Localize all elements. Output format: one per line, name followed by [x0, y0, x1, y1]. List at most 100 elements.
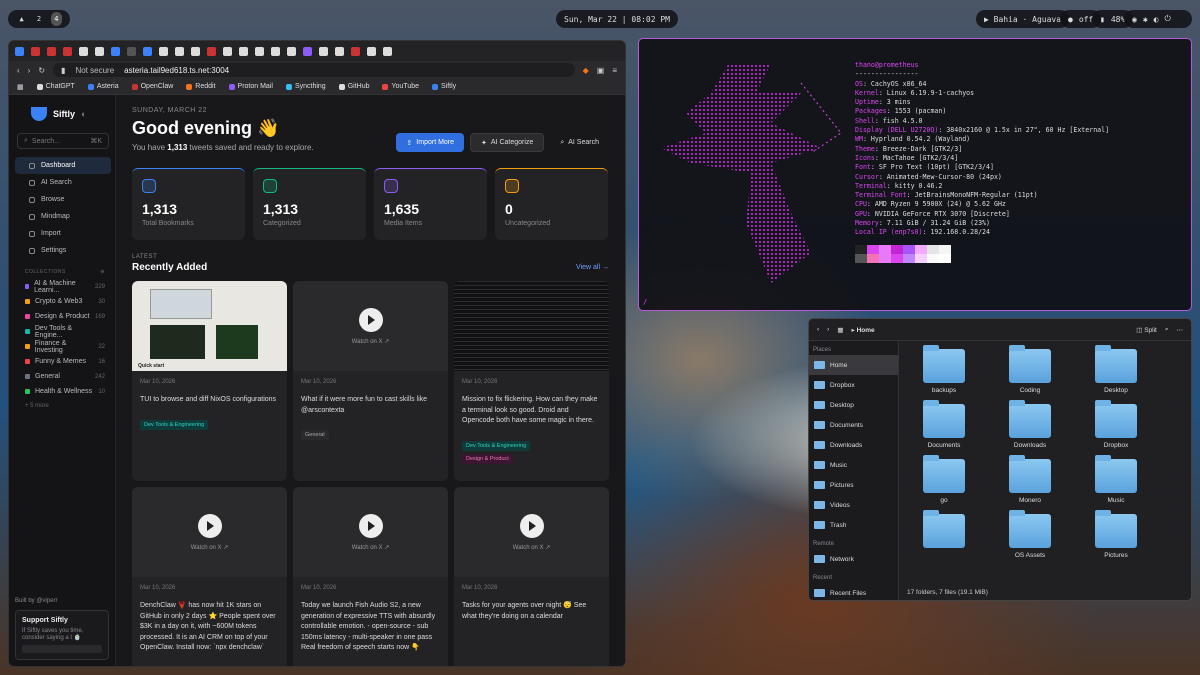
tab-favicon-icon[interactable] [223, 46, 232, 56]
sidebar-search[interactable]: ⌕ Search... ⌘K [17, 133, 109, 149]
bookmark-card[interactable]: Watch on X ↗ Mar 10, 2026 What if it were … [293, 281, 448, 481]
bookmark-thumbnail[interactable]: Watch on X ↗ [293, 487, 448, 577]
ai-search-button[interactable]: ⌕ AI Search [550, 133, 609, 152]
volume-icon[interactable]: ◐ [1154, 15, 1159, 24]
tab-favicon-icon[interactable] [335, 46, 344, 56]
bookmark-thumbnail[interactable]: Quick start [132, 281, 287, 371]
built-by[interactable]: Built by @viperr [15, 598, 109, 604]
place-trash[interactable]: Trash [809, 515, 898, 535]
bookmark-thumbnail[interactable] [454, 281, 609, 371]
bookmark-github[interactable]: GitHub [338, 83, 369, 90]
bookmark-openclaw[interactable]: OpenClaw [131, 83, 173, 90]
workspace-2[interactable]: 2 [33, 12, 44, 26]
tab-favicon-icon[interactable] [143, 46, 152, 56]
bookmark-thumbnail[interactable]: Watch on X ↗ [132, 487, 287, 577]
workspace-switcher[interactable]: ▲ 2 4 [8, 10, 70, 28]
watch-on-x-link[interactable]: Watch on X ↗ [191, 544, 229, 551]
tab-favicon-icon[interactable] [15, 46, 24, 56]
theme-icon[interactable]: ◐ [81, 109, 86, 119]
place-music[interactable]: Music [809, 455, 898, 475]
tab-favicon-icon[interactable] [159, 46, 168, 56]
play-icon[interactable] [358, 307, 383, 332]
watch-on-x-link[interactable]: Watch on X ↗ [352, 338, 390, 345]
ai-categorize-button[interactable]: ✦ AI Categorize [470, 133, 545, 152]
folder-item[interactable]: Music [1073, 455, 1159, 504]
bookmark-card[interactable]: Watch on X ↗ Mar 10, 2026 Tasks for your a… [454, 487, 609, 666]
workspace-4[interactable]: 4 [50, 12, 62, 26]
collection-item[interactable]: AI & Machine Learni... 229 [9, 279, 115, 294]
split-button[interactable]: ◫ Split [1136, 326, 1157, 334]
tab-favicon-icon[interactable] [351, 46, 360, 56]
place-pictures[interactable]: Pictures [809, 475, 898, 495]
tab-favicon-icon[interactable] [207, 46, 216, 56]
folder-item[interactable]: OS Assets [987, 510, 1073, 559]
bookmark-chatgpt[interactable]: ChatGPT [36, 83, 75, 90]
nav-dashboard[interactable]: Dashboard [15, 157, 111, 174]
collection-item[interactable]: Crypto & Web3 30 [9, 294, 115, 309]
play-icon[interactable] [197, 513, 222, 538]
forward-icon[interactable]: › [827, 326, 829, 333]
bookmark-card[interactable]: Mar 10, 2026 Mission to fix flickering. H… [454, 281, 609, 481]
folder-item[interactable]: go [901, 455, 987, 504]
collection-item[interactable]: Dev Tools & Engine... [9, 324, 115, 339]
bookmark-syncthing[interactable]: Syncthing [285, 83, 326, 90]
tab-favicon-icon[interactable] [191, 46, 200, 56]
folder-item[interactable]: Downloads [987, 400, 1073, 449]
place-home[interactable]: Home [809, 355, 898, 375]
forward-icon[interactable]: › [28, 66, 31, 75]
tab-favicon-icon[interactable] [239, 46, 248, 56]
tab-favicon-icon[interactable] [47, 46, 56, 56]
nav-settings[interactable]: Settings [15, 242, 111, 259]
terminal-window[interactable]: thano@prometheus ---------------- OS: Ca… [638, 38, 1192, 311]
nav-mindmap[interactable]: Mindmap [15, 208, 111, 225]
watch-on-x-link[interactable]: Watch on X ↗ [513, 544, 551, 551]
category-tag[interactable]: Dev Tools & Engineering [462, 440, 531, 451]
play-icon[interactable] [358, 513, 383, 538]
collection-item[interactable]: Health & Wellness 10 [9, 384, 115, 399]
add-collection-icon[interactable]: ⊕ [100, 269, 105, 275]
network-icon[interactable]: ◉ [1132, 15, 1137, 24]
more-collections[interactable]: + 5 more [9, 399, 115, 413]
bookmark-thumbnail[interactable]: Watch on X ↗ [293, 281, 448, 371]
back-icon[interactable]: ‹ [17, 66, 20, 75]
folder-item[interactable] [901, 510, 987, 559]
place-dropbox[interactable]: Dropbox [809, 375, 898, 395]
folder-item[interactable]: Desktop [1073, 345, 1159, 394]
nav-ai-search[interactable]: AI Search [15, 174, 111, 191]
place-recent-files[interactable]: Recent Files [809, 583, 898, 600]
menu-icon[interactable]: ≡ [612, 66, 617, 75]
tab-strip[interactable] [9, 41, 625, 61]
bookmark-asteria[interactable]: Asteria [87, 83, 119, 90]
folder-item[interactable]: Monero [987, 455, 1073, 504]
collection-item[interactable]: Funny & Memes 16 [9, 354, 115, 369]
folder-item[interactable]: Dropbox [1073, 400, 1159, 449]
tab-favicon-icon[interactable] [271, 46, 280, 56]
tab-favicon-icon[interactable] [63, 46, 72, 56]
bookmark-protonmail[interactable]: Proton Mail [228, 83, 273, 90]
tab-favicon-icon[interactable] [95, 46, 104, 56]
bookmark-card[interactable]: Watch on X ↗ Mar 10, 2026 DenchClaw 🦞 has … [132, 487, 287, 666]
bookmark-siftly[interactable]: Siftly [432, 83, 456, 90]
place-downloads[interactable]: Downloads [809, 435, 898, 455]
apps-icon[interactable]: ▦ [17, 83, 24, 91]
tab-favicon-icon[interactable] [287, 46, 296, 56]
tab-favicon-icon[interactable] [319, 46, 328, 56]
category-tag[interactable]: Design & Product [462, 453, 513, 464]
folder-item[interactable]: backups [901, 345, 987, 394]
url-text[interactable]: asteria.tail9ed618.ts.net:3004 [124, 66, 229, 75]
collection-item[interactable]: General 242 [9, 369, 115, 384]
play-icon[interactable] [519, 513, 544, 538]
place-documents[interactable]: Documents [809, 415, 898, 435]
bookmark-card[interactable]: Quick start Mar 10, 2026 TUI to browse and… [132, 281, 287, 481]
bookmark-card[interactable]: Watch on X ↗ Mar 10, 2026 Today we launch … [293, 487, 448, 666]
extensions-icon[interactable]: ▣ [597, 66, 605, 75]
collection-item[interactable]: Design & Product 169 [9, 309, 115, 324]
brave-shield-icon[interactable]: ◆ [583, 66, 589, 75]
bookmark-thumbnail[interactable]: Watch on X ↗ [454, 487, 609, 577]
bookmark-youtube[interactable]: YouTube [382, 83, 419, 90]
folder-item[interactable]: Coding [987, 345, 1073, 394]
place-desktop[interactable]: Desktop [809, 395, 898, 415]
tab-favicon-icon[interactable] [175, 46, 184, 56]
collection-item[interactable]: Finance & Investing 22 [9, 339, 115, 354]
tab-favicon-icon[interactable] [303, 46, 312, 56]
